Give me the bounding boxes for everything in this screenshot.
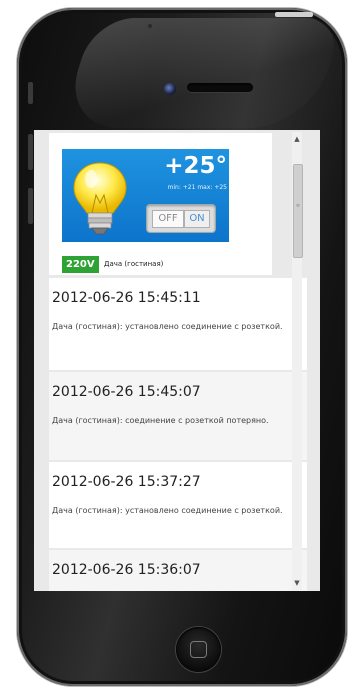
scroll-down-arrow-icon[interactable]: ▼ bbox=[292, 578, 302, 588]
home-square-icon bbox=[190, 641, 207, 658]
vertical-scrollbar[interactable]: ▲ ≡ ▼ bbox=[292, 132, 303, 590]
log-entry: 2012-06-26 15:36:07 bbox=[49, 550, 307, 591]
phone-screen: +25° min: +21 max: +25 OFF ON 220V Дача … bbox=[34, 130, 320, 591]
mute-switch bbox=[28, 82, 33, 104]
scroll-content: +25° min: +21 max: +25 OFF ON 220V Дача … bbox=[34, 130, 320, 591]
home-button[interactable] bbox=[176, 627, 221, 672]
log-message: Дача (гостиная): установлено соединение … bbox=[52, 506, 283, 515]
log-entry: 2012-06-26 15:45:11 Дача (гостиная): уст… bbox=[49, 278, 307, 370]
temperature-min-max: min: +21 max: +25 bbox=[167, 184, 227, 191]
glass-reflection bbox=[59, 18, 345, 128]
log-message: Дача (гостиная): соединение с розеткой п… bbox=[52, 416, 269, 425]
toggle-off-label[interactable]: OFF bbox=[152, 210, 184, 228]
log-timestamp: 2012-06-26 15:37:27 bbox=[52, 474, 201, 490]
log-message: Дача (гостиная): установлено соединение … bbox=[52, 322, 283, 331]
voltage-badge: 220V bbox=[62, 256, 99, 273]
device-panel: +25° min: +21 max: +25 OFF ON bbox=[62, 149, 229, 242]
volume-up-button bbox=[28, 134, 33, 170]
power-toggle[interactable]: OFF ON bbox=[146, 204, 216, 233]
sensor-dot bbox=[148, 24, 152, 28]
log-timestamp: 2012-06-26 15:36:07 bbox=[52, 562, 201, 578]
device-card[interactable]: +25° min: +21 max: +25 OFF ON 220V Дача … bbox=[49, 133, 272, 275]
log-entry: 2012-06-26 15:37:27 Дача (гостиная): уст… bbox=[49, 462, 307, 548]
log-timestamp: 2012-06-26 15:45:11 bbox=[52, 290, 201, 306]
scroll-thumb[interactable]: ≡ bbox=[293, 164, 303, 258]
lightbulb-icon bbox=[73, 162, 127, 235]
device-name: Дача (гостиная) bbox=[104, 260, 164, 268]
power-button bbox=[275, 12, 313, 17]
earpiece-speaker bbox=[187, 83, 253, 92]
scroll-grip-icon: ≡ bbox=[295, 203, 301, 209]
log-timestamp: 2012-06-26 15:45:07 bbox=[52, 384, 201, 400]
log-entry: 2012-06-26 15:45:07 Дача (гостиная): сое… bbox=[49, 372, 307, 460]
temperature-value: +25° bbox=[164, 153, 227, 179]
scroll-up-arrow-icon[interactable]: ▲ bbox=[292, 134, 302, 144]
front-camera bbox=[164, 83, 176, 95]
toggle-on-label[interactable]: ON bbox=[184, 210, 210, 228]
volume-down-button bbox=[28, 188, 33, 224]
